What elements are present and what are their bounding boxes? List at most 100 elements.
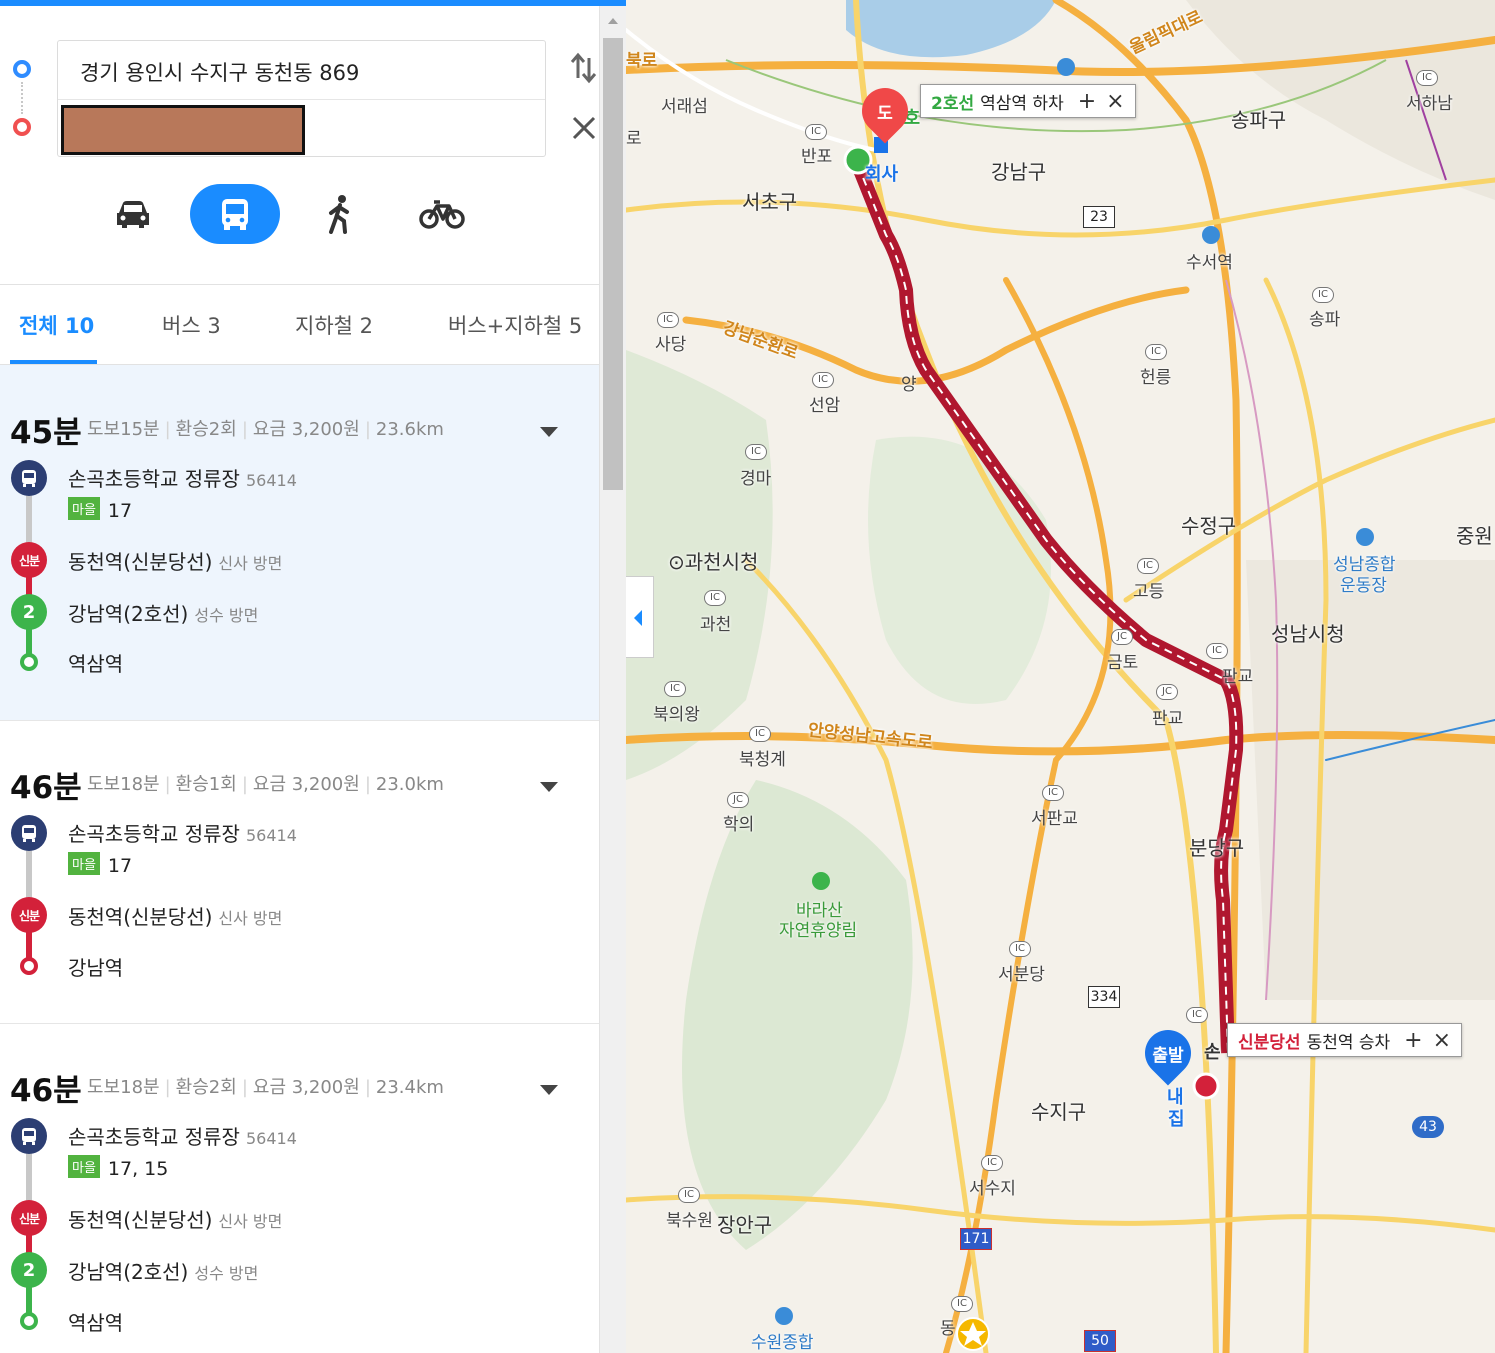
- map-label: 동: [940, 1319, 956, 1339]
- walk-time: 도보15분: [87, 419, 160, 440]
- mode-bike-button[interactable]: [397, 184, 487, 244]
- interchange-icon: IC: [981, 1155, 1003, 1171]
- close-icon[interactable]: ×: [1106, 89, 1124, 114]
- bus-number: 마을 17, 15: [68, 1155, 168, 1180]
- origin-station-abbr: 손: [1204, 1042, 1221, 1063]
- fare: 요금 3,200원: [252, 419, 360, 440]
- bus-number: 마을 17: [68, 852, 132, 877]
- interchange-icon: JC: [727, 792, 749, 808]
- map-label: 헌릉: [1140, 368, 1172, 388]
- route-duration: 46분: [10, 770, 82, 806]
- work-place-label[interactable]: 회사: [865, 160, 898, 186]
- distance: 23.6km: [375, 419, 444, 440]
- mode-car-button[interactable]: [88, 184, 178, 244]
- destination-station-popup: 2호선 역삼역 하차 + ×: [920, 84, 1136, 118]
- bike-icon: [419, 200, 465, 229]
- distance: 23.0km: [375, 774, 444, 795]
- transfer-count: 환승1회: [175, 774, 237, 795]
- bus-stop-icon: [11, 815, 47, 851]
- stop-name: 손곡초등학교 정류장 56414: [68, 467, 297, 491]
- map-label: 경마: [740, 469, 772, 489]
- map-label: 분당구: [1189, 836, 1245, 860]
- home-place-label[interactable]: 집: [1168, 1105, 1185, 1131]
- top-accent-bar: [0, 0, 626, 6]
- close-icon[interactable]: ×: [1433, 1028, 1451, 1053]
- map-label: 중원: [1456, 524, 1493, 548]
- map-label: 서초구: [742, 190, 798, 214]
- panel-toggle-button[interactable]: [626, 576, 654, 658]
- fare: 요금 3,200원: [252, 774, 360, 795]
- destination-station-icon: [20, 1312, 38, 1330]
- add-icon[interactable]: +: [1404, 1028, 1422, 1053]
- scroll-up-arrow-icon[interactable]: [608, 18, 618, 24]
- interchange-icon: IC: [749, 726, 771, 742]
- line2-icon: 2: [11, 1252, 47, 1288]
- map-label: 학의: [723, 815, 755, 835]
- map-label: 서하남: [1406, 94, 1453, 114]
- station-name: 동천역(신분당선) 신사 방면: [68, 550, 283, 574]
- origin-pin[interactable]: 출발: [1135, 1020, 1201, 1086]
- chevron-down-icon[interactable]: [540, 427, 558, 437]
- map-view[interactable]: 서래섬 반포 서초구 강남구 송파구 서하남 수서역 송파 사당 강남순환로 양…: [626, 0, 1495, 1353]
- tab-subway[interactable]: 지하철 2: [295, 310, 373, 340]
- route-option-2[interactable]: 46분 도보18분 | 환승1회 | 요금 3,200원 | 23.0km 손곡초등학교 정…: [0, 721, 599, 1023]
- origin-marker-icon: [13, 60, 31, 78]
- interchange-icon: IC: [1145, 344, 1167, 360]
- map-label: 사당: [655, 335, 687, 355]
- subway-station-marker[interactable]: [1192, 1072, 1220, 1100]
- transfer-count: 환승2회: [175, 419, 237, 440]
- destination-marker-icon: [13, 118, 31, 136]
- chevron-down-icon[interactable]: [540, 1085, 558, 1095]
- tab-bus[interactable]: 버스 3: [162, 310, 221, 340]
- destination-pin[interactable]: 도: [852, 78, 918, 144]
- destination-station-icon: [20, 957, 38, 975]
- map-label: 수정구: [1181, 514, 1237, 538]
- interchange-icon: IC: [657, 312, 679, 328]
- map-label: 수원종합: [751, 1333, 814, 1353]
- station-name: 강남역(2호선) 성수 방면: [68, 1260, 259, 1284]
- walk-time: 도보18분: [87, 774, 160, 795]
- mode-divider: [0, 284, 599, 285]
- swap-icon: [570, 52, 597, 84]
- scrollbar-thumb[interactable]: [603, 38, 623, 490]
- bus-stop-icon: [11, 1118, 47, 1154]
- route-option-1[interactable]: 45분 도보15분 | 환승2회 | 요금 3,200원 | 23.6km 손곡초등학교 정…: [0, 365, 599, 720]
- map-label: ⊙과천시청: [668, 550, 759, 574]
- stadium-icon: [775, 1307, 793, 1325]
- sinbundang-line-icon: 신분: [11, 542, 47, 578]
- map-label: 강남구: [991, 160, 1047, 184]
- walk-time: 도보18분: [87, 1077, 160, 1098]
- sinbundang-line-icon: 신분: [11, 1200, 47, 1236]
- interchange-icon: IC: [745, 444, 767, 460]
- map-label: 과천: [700, 615, 732, 635]
- interchange-icon: IC: [1137, 558, 1159, 574]
- chevron-down-icon[interactable]: [540, 782, 558, 792]
- origin-input[interactable]: 경기 용인시 수지구 동천동 869: [80, 57, 359, 87]
- station-name: 동천역(신분당선) 신사 방면: [68, 905, 283, 929]
- station-name: 동천역(신분당선) 신사 방면: [68, 1208, 283, 1232]
- mode-transit-button[interactable]: [190, 184, 280, 244]
- panel-scrollbar[interactable]: [599, 6, 626, 1353]
- destination-station-icon: [20, 653, 38, 671]
- route-duration: 46분: [10, 1073, 82, 1109]
- route-option-3[interactable]: 46분 도보18분 | 환승2회 | 요금 3,200원 | 23.4km 손곡초등학교 정…: [0, 1024, 599, 1353]
- directions-panel: 경기 용인시 수지구 동천동 869 전체 10 버스 3 지하철 2 버스+지…: [0, 0, 626, 1353]
- map-label: 선암: [809, 396, 841, 416]
- interchange-icon: IC: [805, 124, 827, 140]
- tab-all[interactable]: 전체 10: [19, 310, 94, 340]
- add-icon[interactable]: +: [1078, 89, 1096, 114]
- map-label: 반포: [801, 147, 833, 167]
- collapse-arrow-icon: [634, 610, 642, 626]
- map-label: 서래섬: [661, 97, 708, 117]
- bus-stop-icon: [11, 460, 47, 496]
- map-label: 금토: [1107, 653, 1139, 673]
- mode-walk-button[interactable]: [295, 184, 385, 244]
- tab-bus-subway[interactable]: 버스+지하철 5: [448, 310, 582, 340]
- map-label: 고등: [1133, 582, 1165, 602]
- destination-input[interactable]: [61, 105, 305, 155]
- swap-button[interactable]: [567, 50, 601, 86]
- interchange-icon: IC: [1416, 70, 1438, 86]
- clear-button[interactable]: [567, 110, 601, 146]
- interchange-icon: IC: [678, 1187, 700, 1203]
- map-label: 서판교: [1031, 809, 1078, 829]
